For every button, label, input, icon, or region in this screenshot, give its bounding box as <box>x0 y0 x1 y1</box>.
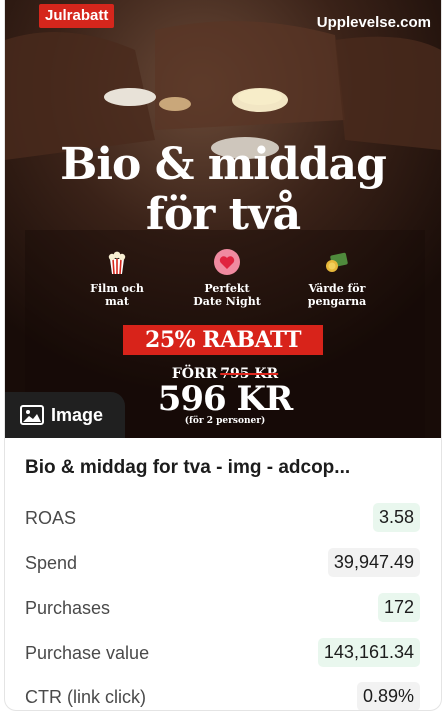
metric-label: ROAS <box>25 508 77 528</box>
feature-label: Perfekt Date Night <box>193 282 261 308</box>
price-block: FÖRR 795 KR 596 KR (för 2 personer) <box>155 366 295 427</box>
current-price: 596 KR <box>157 379 294 419</box>
headline-line-1: Bio & middag <box>60 139 387 190</box>
headline-line-2: för två <box>145 189 301 240</box>
metric-value: 143,161.34 <box>317 638 420 667</box>
feature-label: Film och mat <box>90 282 144 308</box>
ad-card[interactable]: Julrabatt Upplevelse.com Bio & middag fö… <box>4 0 442 711</box>
metric-value: 172 <box>377 593 420 622</box>
feature-film-och-mat: Film och mat <box>67 248 167 308</box>
metric-value: 3.58 <box>372 503 420 532</box>
popcorn-icon <box>108 251 126 275</box>
media-type-tag: Image <box>5 392 125 438</box>
money-icon <box>326 252 348 272</box>
metric-value: 39,947.49 <box>327 548 420 577</box>
metric-row-purchases: Purchases 172 <box>25 593 425 622</box>
metric-label: Purchases <box>25 598 111 618</box>
promo-badge: Julrabatt <box>39 4 115 28</box>
metric-row-spend: Spend 39,947.49 <box>25 548 425 577</box>
metric-row-roas: ROAS 3.58 <box>25 503 425 532</box>
image-icon <box>20 405 44 425</box>
media-type-label: Image <box>51 405 104 425</box>
feature-label: Värde för pengarna <box>307 282 367 308</box>
brand-name: Upplevelse.com <box>316 14 431 31</box>
discount-banner: 25% RABATT <box>123 325 323 355</box>
feature-varde: Värde för pengarna <box>287 248 387 308</box>
metric-label: Spend <box>25 553 78 573</box>
ad-title[interactable]: Bio & middag for tva - img - adcop... <box>25 457 425 479</box>
metric-label: Purchase value <box>25 643 150 663</box>
ad-creative-image[interactable]: Julrabatt Upplevelse.com Bio & middag fö… <box>5 0 441 438</box>
metric-row-ctr: CTR (link click) 0.89% <box>25 682 425 710</box>
metric-value: 0.89% <box>356 682 420 710</box>
heart-icon <box>214 249 240 275</box>
feature-date-night: Perfekt Date Night <box>177 248 277 308</box>
metric-label: CTR (link click) <box>25 687 146 707</box>
metric-row-purchase-value: Purchase value 143,161.34 <box>25 638 425 667</box>
